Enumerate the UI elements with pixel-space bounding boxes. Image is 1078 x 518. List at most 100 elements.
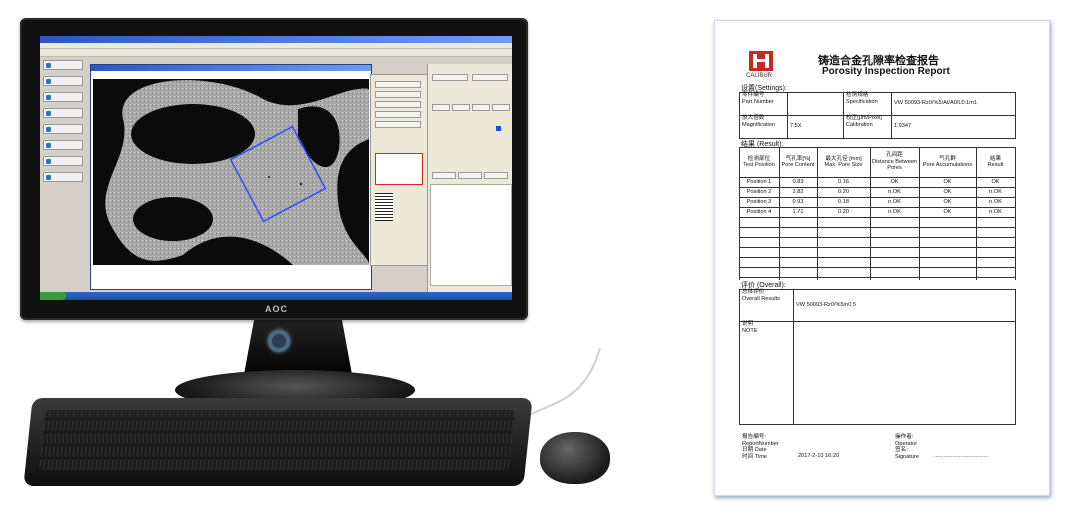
result-cell: Position 2: [746, 188, 772, 195]
calibur-logo-icon: [748, 50, 774, 72]
param-button-3[interactable]: [472, 104, 490, 111]
sidebar-button-8[interactable]: [43, 172, 83, 182]
result-cell: OK: [943, 178, 952, 185]
result-cell: Position 1: [746, 178, 772, 185]
param-button-4[interactable]: [492, 104, 510, 111]
tool-palette: [370, 74, 428, 266]
results-list[interactable]: [430, 184, 512, 286]
magnification-label: 放大倍数 Magnification: [742, 115, 775, 128]
column-header-en: Pore Accumulations: [922, 162, 973, 168]
palette-button-1[interactable]: [375, 81, 421, 88]
column-header-en: Distance Between Pores: [871, 158, 918, 172]
row-divider: [739, 277, 1016, 278]
tool-icon: [46, 143, 51, 148]
row-divider: [739, 267, 1016, 268]
overall-results-label: 总体评价 Overall Results: [742, 289, 780, 302]
row-divider: [739, 247, 1016, 248]
palette-button-3[interactable]: [375, 101, 421, 108]
result-cell: n.OK: [989, 198, 1002, 205]
app-title-bar: [40, 36, 512, 43]
result-column-header: 气孔群 Pore Accumulations: [919, 147, 976, 177]
param-field-1[interactable]: [432, 74, 468, 81]
param-button-7[interactable]: [484, 172, 508, 179]
signature-line: ...................................: [934, 453, 989, 459]
result-cell: 2.82: [792, 188, 804, 195]
app-toolbar[interactable]: [40, 49, 512, 57]
sidebar-button-7[interactable]: [43, 156, 83, 166]
result-cell: OK: [943, 208, 952, 215]
sidebar-button-5[interactable]: [43, 124, 83, 134]
row-divider: [739, 257, 1016, 258]
image-window-title-bar: [91, 65, 371, 71]
result-cell: 0.20: [838, 188, 849, 195]
start-button[interactable]: [40, 292, 66, 300]
result-column-header: 孔间距 Distance Between Pores: [870, 147, 919, 177]
overall-results-value: VW 50093-Rz0/%5/n0.5: [796, 301, 857, 308]
column-header-en: Test Position: [743, 162, 775, 168]
result-cell: OK: [943, 198, 952, 205]
palette-button-2[interactable]: [375, 91, 421, 98]
param-field-2[interactable]: [472, 74, 508, 81]
result-cell: OK: [991, 178, 1000, 185]
result-cell: n.OK: [888, 188, 901, 195]
specification-label: 检测规格 Specification: [846, 92, 878, 105]
sidebar-button-4[interactable]: [43, 108, 83, 118]
tool-icon: [46, 111, 51, 116]
result-cell: n.OK: [888, 198, 901, 205]
parameter-panel: [427, 64, 512, 294]
palette-button-4[interactable]: [375, 111, 421, 118]
result-table: 检测部位 Test Position 气孔率[%] Pore Content 最大孔径 …: [739, 147, 1016, 280]
result-cell: 0.16: [838, 178, 849, 185]
result-column-header: 最大孔径 [mm] Max. Pore Size: [817, 147, 870, 177]
result-cell: n.OK: [989, 208, 1002, 215]
report-title-en: Porosity Inspection Report: [822, 66, 950, 77]
result-column-header: 结果 Result: [976, 147, 1015, 177]
column-header-en: Max. Pore Size: [824, 162, 863, 168]
sidebar-button-6[interactable]: [43, 140, 83, 150]
taskbar: [40, 292, 512, 300]
part-number-label: 零件编号 Part Number: [742, 92, 774, 105]
sidebar-button-1[interactable]: [43, 60, 83, 70]
tool-icon: [46, 63, 51, 68]
overview-thumbnail[interactable]: [375, 153, 423, 185]
param-button-1[interactable]: [432, 104, 450, 111]
sidebar-button-2[interactable]: [43, 76, 83, 86]
result-cell: 0.20: [838, 208, 849, 215]
color-swatch[interactable]: [496, 126, 501, 131]
param-button-6[interactable]: [458, 172, 482, 179]
tool-icon: [46, 159, 51, 164]
param-button-2[interactable]: [452, 104, 470, 111]
param-button-5[interactable]: [432, 172, 456, 179]
settings-table: 零件编号 Part Number 检测规格 Specification VW 500…: [739, 92, 1016, 139]
magnification-value: 7.5X: [790, 123, 802, 130]
specification-value: VW 50093-Rz0/%5/At/A0/L0.1m1: [894, 100, 978, 107]
logo-text: CALIBUR: [746, 73, 773, 79]
row-divider: [739, 227, 1016, 228]
tool-icon: [46, 95, 51, 100]
sidebar-button-3[interactable]: [43, 92, 83, 102]
overall-table: 总体评价 Overall Results VW 50093-Rz0/%5/n0.5…: [739, 289, 1016, 425]
tool-icon: [46, 175, 51, 180]
result-cell: 0.18: [838, 198, 849, 205]
mouse: [540, 432, 610, 484]
tool-icon: [46, 127, 51, 132]
result-cell: 0.83: [792, 178, 804, 185]
micrograph-image[interactable]: [93, 79, 369, 265]
part-number-value: [787, 92, 843, 115]
result-cell: OK: [943, 188, 952, 195]
row-divider: [739, 217, 1016, 218]
info-text-block: [375, 193, 393, 221]
note-label: 说明 NOTE: [742, 321, 758, 334]
result-cell: 0.93: [792, 198, 804, 205]
power-button-icon[interactable]: [268, 330, 290, 352]
calibration-value: 1.9347: [894, 123, 912, 130]
palette-button-5[interactable]: [375, 121, 421, 128]
image-window[interactable]: [90, 64, 372, 290]
result-column-header: 气孔率[%] Pore Content: [779, 147, 817, 177]
monitor-screen: [40, 36, 512, 300]
tool-icon: [46, 79, 51, 84]
row-divider: [739, 237, 1016, 238]
monitor-brand-logo: AOC: [265, 304, 288, 314]
result-cell: n.OK: [888, 208, 901, 215]
result-cell: OK: [890, 178, 899, 185]
